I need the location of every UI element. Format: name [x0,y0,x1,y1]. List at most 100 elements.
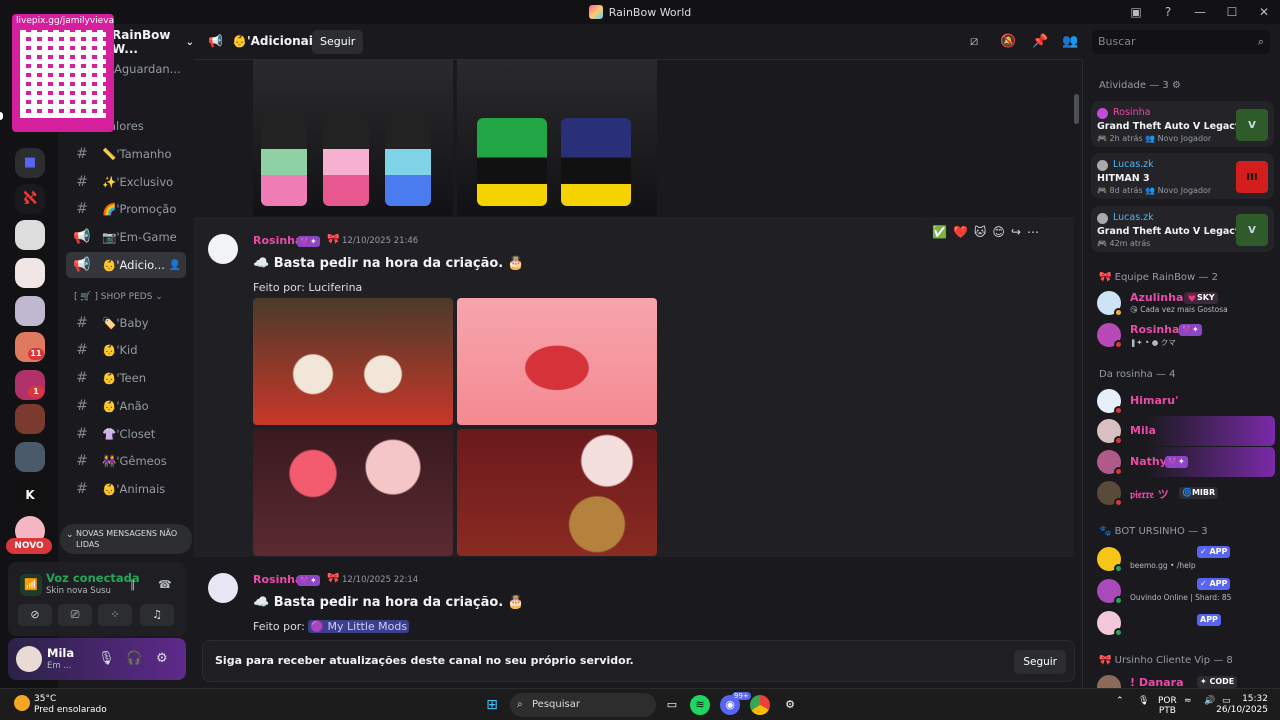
channel-tamanho[interactable]: # 📏'Tamanho [66,141,186,167]
gallery-image-3[interactable] [253,429,453,556]
microphone-icon[interactable]: 🎙 [98,651,115,666]
member-item[interactable]: ✓ APP beemo.gg • /help [1091,544,1275,574]
avatar[interactable] [16,646,42,672]
noise-suppression-icon[interactable]: ∥ [130,578,136,591]
task-view-icon[interactable]: ▭ [662,695,682,715]
gallery-image-4[interactable] [457,429,657,556]
channel-anao[interactable]: # 👶'Anão [66,393,186,419]
add-member-icon[interactable]: 👤 [169,260,181,271]
category-shop-peds[interactable]: [ 🛒 ] SHOP PEDS ⌄ [74,292,163,302]
avatar[interactable] [208,234,238,264]
server-icon-1[interactable]: ℵ [15,184,45,214]
microphone-icon[interactable]: 🎙 [1138,696,1149,706]
spotify-icon[interactable]: ≋ [690,695,710,715]
react-check-icon[interactable]: ✅ [932,225,947,239]
server-icon-3[interactable] [15,258,45,288]
search-input[interactable]: Buscar ⌕ [1092,30,1270,54]
member-item[interactable]: Rosinha 💜✦ ❚✦ • ● クマ [1091,320,1275,350]
channel-em-game[interactable]: 📢 📷'Em-Game [66,224,186,250]
member-item[interactable]: Nathy 💜✦ [1091,447,1275,477]
gear-icon[interactable]: ⚙ [1172,80,1181,91]
hash-icon: # [76,453,88,469]
member-item[interactable]: Mila [1091,416,1275,446]
react-heart-icon[interactable]: ❤️ [953,225,968,239]
app-icon[interactable]: ⚙ [780,695,800,715]
soundboard-button[interactable]: ♫ [140,604,174,626]
member-item[interactable]: 𝔭𝔦𝔢𝔯𝔯𝔢 ツ 🌀MIBR [1091,478,1275,508]
chat-scrollbar[interactable] [1074,94,1079,124]
dnd-status-icon [1114,436,1123,445]
inbox-icon[interactable]: ▣ [1120,5,1152,19]
user-tag: 💜✦ [297,236,320,247]
language-indicator[interactable]: POR PTB [1158,696,1177,716]
server-icon-8[interactable] [15,442,45,472]
avatar[interactable] [208,573,238,603]
chrome-icon[interactable] [750,695,770,715]
activity-card[interactable]: Rosinha Grand Theft Auto V Legacy 🎮 2h a… [1091,101,1274,147]
member-list-icon[interactable]: 👥 [1062,34,1078,49]
channel-closet[interactable]: # 👚'Closet [66,421,186,447]
activity-card[interactable]: Lucas.zk Grand Theft Auto V Legacy 🎮 42m… [1091,206,1274,252]
folder-icon[interactable]: ■ [15,148,45,178]
threads-icon[interactable]: ⧄ [970,34,978,49]
wifi-icon[interactable]: ≈ [1184,696,1192,706]
channel-teen[interactable]: # 👶'Teen [66,365,186,391]
follow-notice-button[interactable]: Seguir [1014,650,1066,674]
follow-button[interactable]: Seguir [312,30,364,54]
member-item[interactable]: Azulinha 💗SKY 😘 Cada vez mais Gostosa [1091,288,1275,318]
minimize-button[interactable]: — [1184,5,1216,19]
gallery-image-1[interactable] [253,298,453,425]
maximize-button[interactable]: ☐ [1216,5,1248,19]
channel-baby[interactable]: # 🏷️'Baby [66,310,186,336]
server-icon-9[interactable]: K [15,480,45,510]
camera-off-button[interactable]: ⊘ [18,604,52,626]
disconnect-icon[interactable]: ☎ [158,578,172,591]
react-cat-icon[interactable]: 🐱 [974,225,987,239]
activity-card[interactable]: Lucas.zk HITMAN 3 🎮 8d atrás 👥 Novo Joga… [1091,153,1274,199]
server-icon-7[interactable] [15,404,45,434]
taskbar-search[interactable]: ⌕ Pesquisar [510,693,656,717]
headphones-icon[interactable]: 🎧 [126,651,142,666]
tray-chevron-icon[interactable]: ⌃ [1116,696,1124,706]
gallery-image-2[interactable] [457,298,657,425]
channel-kid[interactable]: # 👶'Kid [66,337,186,363]
help-icon[interactable]: ? [1152,5,1184,19]
screen-share-button[interactable]: ⎚ [58,604,92,626]
server-icon-4[interactable] [15,296,45,326]
signal-icon[interactable]: 📶 [20,574,42,596]
more-icon[interactable]: ⋯ [1027,225,1039,239]
activities-button[interactable]: ⁘ [98,604,132,626]
dnd-status-icon [1114,467,1123,476]
channel-gemeos[interactable]: # 👭'Gêmeos [66,448,186,474]
channel-adicionais[interactable]: 📢 👶'Adicio... 👤 [66,252,186,278]
settings-gear-icon[interactable]: ⚙ [156,651,168,666]
member-item[interactable]: ✓ APP Ouvindo Online | Shard: 85 [1091,576,1275,606]
add-reaction-icon[interactable]: 😊 [992,225,1005,239]
windows-start-icon[interactable]: ⊞ [482,695,502,715]
user-name[interactable]: Mila [47,646,74,660]
forward-icon[interactable]: ↪ [1011,225,1021,239]
member-item[interactable]: ! Danara ✦ CODE [1091,672,1275,688]
volume-icon[interactable]: 🔊 [1204,696,1215,706]
channel-promocao[interactable]: # 🌈'Promoção [66,196,186,222]
channel-exclusivo[interactable]: # ✨'Exclusivo [66,169,186,195]
member-item[interactable]: APP [1091,608,1275,638]
weather-icon[interactable] [14,695,30,711]
voice-channel-name[interactable]: Skin nova Susu [46,586,111,596]
weather-widget[interactable]: 35°C Pred ensolarado [34,694,107,716]
close-button[interactable]: ✕ [1248,5,1280,19]
new-badge[interactable]: NOVO [6,538,52,554]
member-item[interactable]: Himaru' [1091,386,1275,416]
attachment-outfits[interactable] [253,60,657,216]
clock[interactable]: 15:32 26/10/2025 [1216,694,1268,716]
pin-icon[interactable]: 📌 [1032,34,1048,49]
notifications-off-icon[interactable]: 🔕 [1000,34,1016,49]
server-icon-2[interactable] [15,220,45,250]
channel-animais[interactable]: # 👶'Animais [66,476,186,502]
message-text: ☁️ Basta pedir na hora da criação. 🎂 [253,256,524,271]
mention-link[interactable]: 🟣 My Little Mods [308,620,410,633]
message-author[interactable]: Rosinha [253,573,302,586]
unread-messages-pill[interactable]: NOVAS MENSAGENS NÃO LIDAS [60,524,192,554]
message-author[interactable]: Rosinha [253,234,302,247]
attachment-gallery [253,298,657,556]
